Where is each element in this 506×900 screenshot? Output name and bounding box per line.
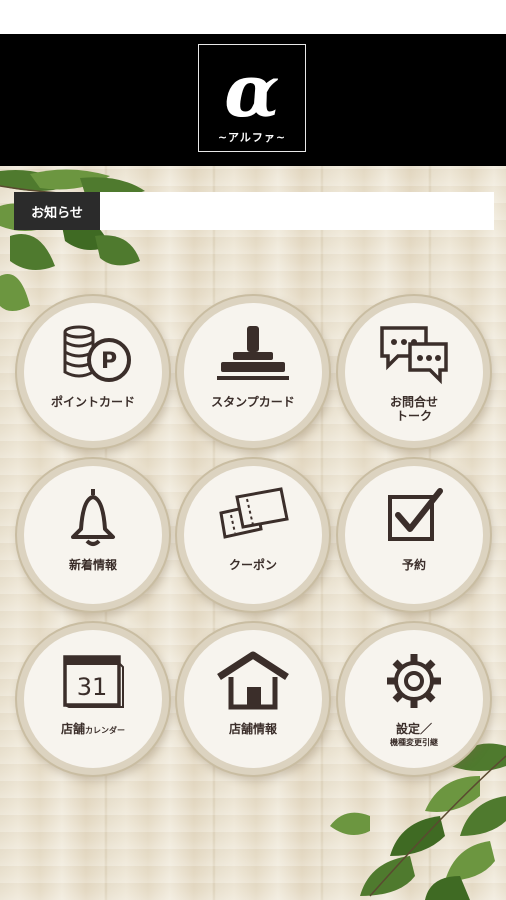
coins-point-icon: P: [24, 319, 162, 389]
logo-subtitle: ~アルファ~: [217, 131, 287, 144]
store-calendar-button[interactable]: 31 店舗カレンダー: [24, 630, 162, 768]
stamp-card-label: スタンプカード: [211, 395, 295, 409]
point-card-label: ポイントカード: [50, 395, 135, 409]
store-calendar-label-main: 店舗: [60, 722, 85, 736]
calendar-icon: 31: [24, 646, 162, 716]
news-label: お知らせ: [14, 192, 100, 230]
point-card-button[interactable]: P ポイントカード: [24, 303, 162, 441]
app-header: α ~アルファ~: [0, 34, 506, 166]
inquiry-talk-label: お問合せ トーク: [351, 395, 477, 423]
app-logo: α ~アルファ~: [198, 44, 306, 152]
stamp-icon: [184, 319, 322, 389]
chat-bubbles-icon: [345, 319, 483, 389]
stamp-card-button[interactable]: スタンプカード: [184, 303, 322, 441]
status-bar-area: [0, 0, 506, 34]
logo-alpha-mark: α: [224, 48, 280, 133]
news-info-label: 新着情報: [68, 558, 117, 572]
store-info-button[interactable]: 店舗情報: [184, 630, 322, 768]
settings-label: 設定／ 機種変更引継: [351, 722, 477, 750]
settings-label-small: 機種変更引継: [390, 738, 438, 747]
news-bar[interactable]: お知らせ: [14, 192, 494, 230]
inquiry-label-line1: お問合せ: [389, 395, 438, 409]
news-info-button[interactable]: 新着情報: [24, 466, 162, 604]
inquiry-talk-button[interactable]: お問合せ トーク: [345, 303, 483, 441]
calendar-day-number: 31: [77, 673, 108, 701]
coupon-button[interactable]: クーポン: [184, 466, 322, 604]
inquiry-label-line2: トーク: [395, 409, 432, 423]
bell-icon: [24, 482, 162, 552]
gear-icon: [345, 646, 483, 716]
menu-area: お知らせ P ポイントカード スタンプカード お問合せ トーク 新着情報 クーポ…: [0, 166, 506, 900]
reservation-button[interactable]: 予約: [345, 466, 483, 604]
svg-text:P: P: [101, 349, 117, 374]
checkbox-icon: [345, 482, 483, 552]
house-icon: [184, 646, 322, 716]
settings-label-main: 設定／: [395, 722, 432, 736]
coupon-label: クーポン: [228, 558, 277, 572]
coupon-ticket-icon: [184, 482, 322, 552]
store-calendar-label-small: カレンダー: [85, 726, 125, 735]
news-ticker-field[interactable]: [100, 192, 494, 230]
settings-button[interactable]: 設定／ 機種変更引継: [345, 630, 483, 768]
reservation-label: 予約: [401, 558, 426, 572]
store-info-label: 店舗情報: [228, 722, 277, 736]
store-calendar-label: 店舗カレンダー: [30, 722, 156, 738]
